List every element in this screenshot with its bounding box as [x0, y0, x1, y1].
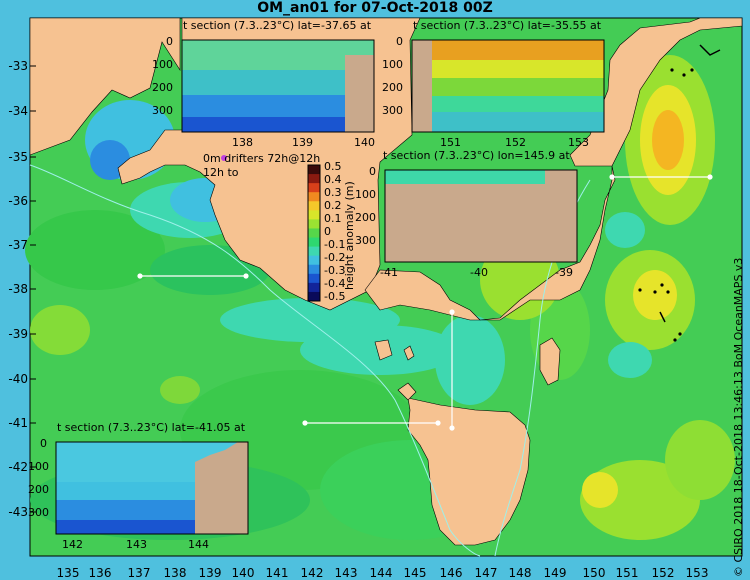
lat-tick: -35 [8, 150, 28, 164]
inset-xtick: 143 [126, 538, 147, 551]
lon-tick: 139 [198, 566, 222, 580]
lat-tick: -41 [8, 416, 28, 430]
inset-ytick: 200 [355, 211, 376, 224]
inset-xtick: 138 [232, 136, 253, 149]
colorbar-swatch [308, 282, 320, 293]
inset-ytick: 100 [382, 58, 403, 71]
inset-ytick: 200 [28, 483, 49, 496]
inset-xtick: -39 [555, 266, 573, 279]
colorbar-tick: -0.5 [324, 290, 346, 303]
inset-ytick: 100 [152, 58, 173, 71]
lon-tick: 150 [582, 566, 606, 580]
inset-title: t section (7.3..23°C) lon=145.9 at [383, 149, 570, 162]
inset-xtick: 139 [292, 136, 313, 149]
lon-tick: 142 [300, 566, 324, 580]
colorbar-swatch [308, 183, 320, 193]
colorbar-tick: 0.3 [324, 186, 342, 199]
lon-tick: 153 [685, 566, 709, 580]
lat-tick: -42 [8, 460, 28, 474]
inset-ytick: 200 [152, 81, 173, 94]
lon-tick: 136 [88, 566, 112, 580]
inset-xtick: 140 [354, 136, 375, 149]
inset-ytick: 0 [166, 35, 173, 48]
inset-ytick: 300 [355, 234, 376, 247]
inset-ytick: 100 [355, 188, 376, 201]
inset-xtick: -40 [470, 266, 488, 279]
inset-xtick: 142 [62, 538, 83, 551]
lon-tick: 152 [651, 566, 675, 580]
colorbar-swatch [308, 210, 320, 220]
inset-xtick: 151 [440, 136, 461, 149]
credit-text: © CSIRO 2018 18-Oct-2018 13:46:13 BoM Oc… [732, 257, 745, 577]
colorbar-swatch [308, 273, 320, 284]
lon-tick: 149 [543, 566, 567, 580]
colorbar-swatch [308, 246, 320, 257]
inset-ytick: 200 [382, 81, 403, 94]
lat-tick: -33 [8, 59, 28, 73]
colorbar-swatch [308, 255, 320, 266]
colorbar-swatch [308, 237, 320, 248]
lat-tick: -37 [8, 238, 28, 252]
lat-tick: -38 [8, 282, 28, 296]
drifters-legend: 0m drifters 72h@12h [203, 152, 321, 165]
sea-level-map[interactable] [0, 0, 750, 580]
colorbar-swatch [308, 174, 320, 184]
lon-tick: 143 [334, 566, 358, 580]
lon-tick: 145 [403, 566, 427, 580]
inset-ytick: 300 [28, 506, 49, 519]
lon-tick: 140 [231, 566, 255, 580]
lon-tick: 141 [265, 566, 289, 580]
inset-lon-145-9 [384, 169, 578, 263]
colorbar-swatch [308, 219, 320, 229]
lat-tick: -36 [8, 194, 28, 208]
colorbar-tick: 0.5 [324, 160, 342, 173]
inset-title: t section (7.3..23°C) lat=-41.05 at [57, 421, 246, 434]
colorbar-swatch [308, 165, 320, 175]
colorbar-swatch [308, 201, 320, 211]
colorbar-swatch [308, 264, 320, 275]
lon-tick: 138 [163, 566, 187, 580]
inset-xtick: 153 [568, 136, 589, 149]
inset-ytick: 0 [369, 165, 376, 178]
lon-tick: 148 [508, 566, 532, 580]
colorbar-tick: 0.1 [324, 212, 342, 225]
lon-tick: 151 [615, 566, 639, 580]
colorbar-tick: 0.2 [324, 199, 342, 212]
inset-lat-37-65 [181, 39, 375, 133]
inset-xtick: 152 [505, 136, 526, 149]
inset-ytick: 0 [40, 437, 47, 450]
colorbar-swatch [308, 291, 320, 302]
inset-title: t section (7.3..23°C) lat=-35.55 at [413, 19, 602, 32]
inset-lat-35-55 [411, 39, 605, 133]
lat-tick: -34 [8, 104, 28, 118]
inset-ytick: 300 [152, 104, 173, 117]
drifters-legend-time: 12h to [203, 166, 239, 179]
colorbar [307, 164, 321, 302]
inset-ytick: 0 [396, 35, 403, 48]
lon-tick: 144 [369, 566, 393, 580]
inset-xtick: -41 [380, 266, 398, 279]
inset-ytick: 300 [382, 104, 403, 117]
colorbar-swatch [308, 228, 320, 239]
inset-xtick: 144 [188, 538, 209, 551]
lon-tick: 135 [56, 566, 80, 580]
lon-tick: 146 [439, 566, 463, 580]
lon-tick: 137 [127, 566, 151, 580]
lon-tick: 147 [474, 566, 498, 580]
colorbar-tick: 0.4 [324, 173, 342, 186]
inset-title: t section (7.3..23°C) lat=-37.65 at [183, 19, 372, 32]
colorbar-tick: 0 [324, 225, 331, 238]
lat-tick: -40 [8, 372, 28, 386]
inset-lat-41-05 [55, 441, 249, 535]
lat-tick: -43 [8, 505, 28, 519]
colorbar-swatch [308, 192, 320, 202]
inset-ytick: 100 [28, 460, 49, 473]
lat-tick: -39 [8, 327, 28, 341]
